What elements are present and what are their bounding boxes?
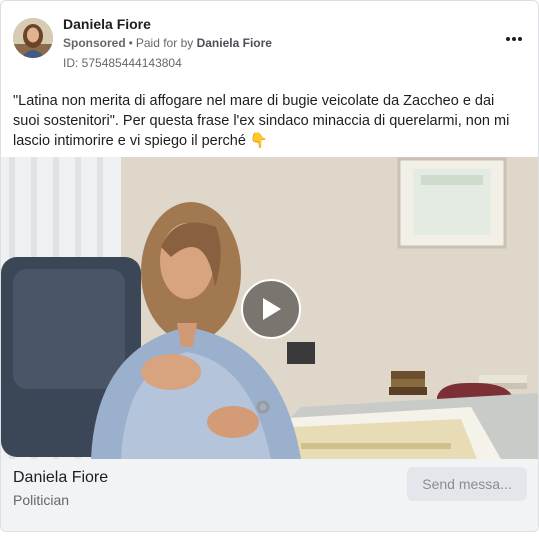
ad-body-text: "Latina non merita di affogare nel mare … [13,93,510,149]
paid-for-prefix: Paid for by [135,36,194,50]
more-options-icon[interactable] [502,31,526,47]
ad-meta: Sponsored • Paid for by Daniela Fiore [63,36,272,50]
ad-header: Daniela Fiore Sponsored • Paid for by Dani… [13,13,526,73]
more-dot [518,37,522,41]
library-id: ID: 575485444143804 [63,56,182,70]
send-message-button[interactable]: Send messa... [407,467,527,501]
meta-separator: • [128,36,133,50]
play-triangle [263,298,281,320]
paid-for-name: Daniela Fiore [196,36,272,50]
page-name[interactable]: Daniela Fiore [63,16,151,32]
ad-footer: Daniela Fiore Politician Send messa... [1,459,538,531]
footer-page-name[interactable]: Daniela Fiore [13,469,108,487]
page-avatar[interactable] [13,18,53,58]
ad-card: Daniela Fiore Sponsored • Paid for by Dani… [0,0,539,532]
sponsored-label: Sponsored [63,36,126,50]
footer-page-category: Politician [13,492,70,508]
play-icon[interactable] [241,279,301,339]
avatar-image [13,18,53,58]
more-dot [512,37,516,41]
more-dot [506,37,510,41]
